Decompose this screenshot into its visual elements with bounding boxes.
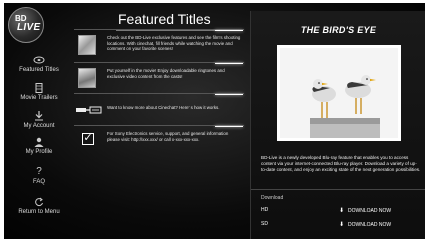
detail-panel: THE BIRD'S EYE BD-Live is a newly develo… (250, 11, 425, 239)
nav-label: My Profile (25, 149, 53, 155)
download-divider (251, 189, 425, 190)
nav-item-my-account[interactable]: My Account (4, 111, 74, 129)
list-item-text: Want to know more about Cinechat? Here' … (107, 105, 220, 110)
download-arrow-icon: ⬇ (339, 222, 345, 228)
download-heading: Download (261, 195, 284, 201)
nav-item-my-profile[interactable]: My Profile (4, 137, 74, 155)
person-icon (33, 137, 45, 147)
thumbnail-icon (78, 35, 96, 55)
film-icon (33, 83, 45, 93)
nav-label: My Account (23, 123, 55, 129)
nav-label: Return to Menu (18, 209, 60, 215)
disc-icon (33, 55, 45, 65)
movie-title: THE BIRD'S EYE (300, 25, 377, 35)
birds-illustration (280, 48, 398, 138)
question-icon: ? (36, 166, 42, 177)
nav-item-movie-trailers[interactable]: Movie Trailers (4, 83, 74, 101)
list-item-text: For Sony Electronics service, support, a… (107, 131, 229, 142)
nav-label: Featured Titles (19, 67, 59, 73)
return-icon (33, 197, 45, 207)
download-icon (33, 111, 45, 121)
download-now-button[interactable]: ⬇ DOWNLOAD NOW (339, 221, 391, 228)
list-item-text: Check out the BD-Live exclusive features… (107, 35, 241, 52)
thumbnail-icon (78, 68, 96, 88)
nav-label: FAQ (32, 179, 45, 185)
checkbox-icon: ✓ (82, 132, 94, 145)
download-now-button[interactable]: ⬇ DOWNLOAD NOW (339, 207, 391, 214)
list-item[interactable]: Want to know more about Cinechat? Here' … (74, 93, 244, 124)
nav-item-faq[interactable]: ? FAQ (4, 166, 74, 186)
download-row-hd: HD ⬇ DOWNLOAD NOW (261, 207, 421, 216)
nav-item-featured-titles[interactable]: Featured Titles (4, 55, 74, 73)
movie-poster (277, 45, 401, 141)
featured-list: Check out the BD-Live exclusive features… (74, 29, 244, 157)
movie-description: BD-Live is a newly developed Blu-ray fea… (261, 155, 421, 172)
list-item[interactable]: ✓ For Sony Electronics service, support,… (74, 125, 244, 156)
nav-item-return-to-menu[interactable]: Return to Menu (4, 197, 74, 215)
download-row-sd: SD ⬇ DOWNLOAD NOW (261, 221, 421, 230)
nav-label: Movie Trailers (20, 95, 58, 101)
logo-live-text: LIVE (17, 22, 41, 33)
list-item[interactable]: Check out the BD-Live exclusive features… (74, 29, 244, 60)
quality-label: HD (261, 207, 269, 213)
bd-live-screen: BD LIVE Featured Titles Featured Titles … (4, 3, 425, 239)
quality-label: SD (261, 221, 268, 227)
page-title: Featured Titles (118, 11, 211, 27)
list-item[interactable]: Put yourself in the movie! Enjoy downloa… (74, 62, 244, 93)
tv-icon (76, 106, 102, 114)
bd-live-logo: BD LIVE (8, 7, 48, 43)
list-item-text: Put yourself in the movie! Enjoy downloa… (107, 68, 225, 79)
download-arrow-icon: ⬇ (339, 208, 345, 214)
